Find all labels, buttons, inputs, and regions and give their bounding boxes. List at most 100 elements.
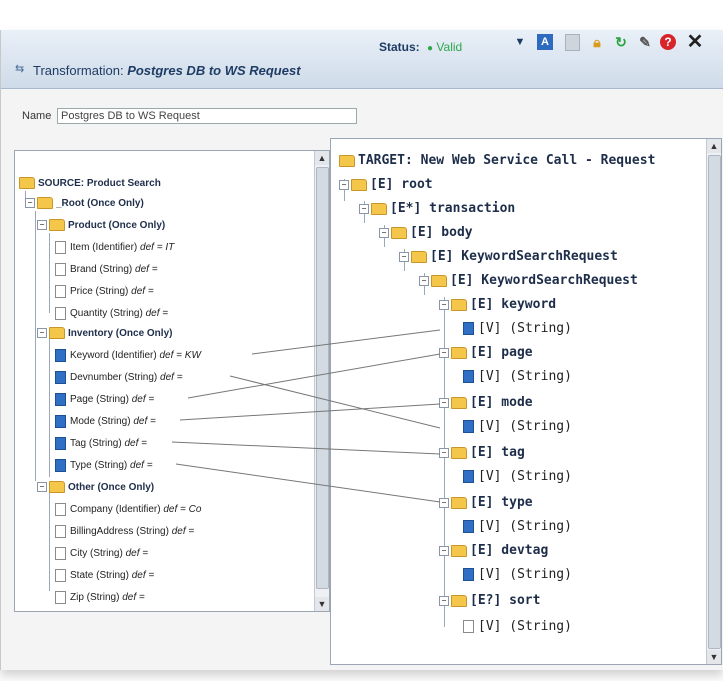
target-tree-panel[interactable]: ▲ ▼ TARGET: New Web Service Call - Reque…	[330, 138, 722, 665]
source-field-zip[interactable]: Zip (String) def =	[55, 591, 145, 604]
field-icon	[55, 307, 66, 320]
title-name: Postgres DB to WS Request	[127, 63, 301, 78]
collapse-icon[interactable]: −	[439, 299, 449, 310]
close-icon[interactable]: ✕	[685, 32, 705, 52]
folder-icon	[451, 594, 467, 607]
help-icon[interactable]: ?	[660, 34, 676, 50]
target-mode-value[interactable]: [V] (String)	[463, 419, 572, 434]
source-field-state[interactable]: State (String) def =	[55, 569, 154, 582]
source-scrollbar[interactable]: ▲ ▼	[314, 151, 329, 611]
wand-icon[interactable]: ✎	[635, 32, 655, 52]
field-icon	[55, 591, 66, 604]
field-icon	[55, 569, 66, 582]
source-field-price[interactable]: Price (String) def =	[55, 285, 154, 298]
target-ksr-inner-node[interactable]: − [E] KeywordSearchRequest	[419, 273, 638, 288]
inventory-node[interactable]: − Inventory (Once Only)	[37, 327, 172, 339]
product-node[interactable]: − Product (Once Only)	[37, 219, 165, 231]
target-keyword-value[interactable]: [V] (String)	[463, 321, 572, 336]
target-root-node[interactable]: − [E] root	[339, 177, 433, 192]
target-body-node[interactable]: − [E] body	[379, 225, 473, 240]
refresh-icon[interactable]: ↻	[611, 32, 631, 52]
dropdown-arrow-icon[interactable]: ▼	[510, 32, 530, 52]
folder-icon	[49, 327, 65, 339]
folder-icon	[411, 250, 427, 263]
target-page-value[interactable]: [V] (String)	[463, 369, 572, 384]
source-title-node[interactable]: SOURCE: Product Search	[19, 177, 161, 189]
scroll-up-icon[interactable]: ▲	[707, 139, 721, 153]
source-field-mode[interactable]: Mode (String) def =	[55, 415, 156, 428]
folder-icon	[451, 496, 467, 509]
transformation-icon: ⇆	[15, 63, 25, 75]
field-icon	[55, 263, 66, 276]
source-field-devnumber[interactable]: Devnumber (String) def =	[55, 371, 183, 384]
scroll-thumb[interactable]	[316, 167, 329, 589]
mapped-field-icon	[55, 349, 66, 362]
folder-icon	[339, 154, 355, 167]
folder-icon	[451, 346, 467, 359]
collapse-icon[interactable]: −	[379, 227, 389, 238]
folder-icon	[451, 544, 467, 557]
collapse-icon[interactable]: −	[439, 545, 449, 556]
collapse-icon[interactable]: −	[25, 198, 35, 208]
target-title-node[interactable]: TARGET: New Web Service Call - Request	[339, 153, 655, 168]
a-icon[interactable]: A	[537, 34, 553, 50]
folder-icon	[391, 226, 407, 239]
folder-icon	[351, 178, 367, 191]
target-keyword-node[interactable]: − [E] keyword	[439, 297, 556, 312]
source-field-billingaddress[interactable]: BillingAddress (String) def =	[55, 525, 194, 538]
source-field-page[interactable]: Page (String) def =	[55, 393, 154, 406]
scroll-thumb[interactable]	[708, 155, 721, 649]
mapped-field-icon	[55, 371, 66, 384]
target-sort-value[interactable]: [V] (String)	[463, 619, 572, 634]
mapped-field-icon	[55, 415, 66, 428]
target-devtag-node[interactable]: − [E] devtag	[439, 543, 548, 558]
lock-icon[interactable]: 🔒︎	[587, 32, 607, 52]
collapse-icon[interactable]: −	[439, 447, 449, 458]
target-tag-node[interactable]: − [E] tag	[439, 445, 525, 460]
source-tree-panel[interactable]: ▲ ▼ SOURCE: Product Search − _Root (Once…	[14, 150, 330, 612]
source-field-quantity[interactable]: Quantity (String) def =	[55, 307, 168, 320]
name-input[interactable]	[57, 108, 357, 124]
target-type-value[interactable]: [V] (String)	[463, 519, 572, 534]
name-label: Name	[22, 110, 52, 122]
source-root-node[interactable]: − _Root (Once Only)	[25, 197, 144, 209]
source-field-company[interactable]: Company (Identifier) def = Co	[55, 503, 201, 516]
collapse-icon[interactable]: −	[359, 203, 369, 214]
target-transaction-node[interactable]: − [E*] transaction	[359, 201, 515, 216]
collapse-icon[interactable]: −	[419, 275, 429, 286]
target-tag-value[interactable]: [V] (String)	[463, 469, 572, 484]
collapse-icon[interactable]: −	[439, 347, 449, 358]
scroll-down-icon[interactable]: ▼	[707, 650, 721, 664]
target-sort-node[interactable]: − [E?] sort	[439, 593, 540, 608]
target-type-node[interactable]: − [E] type	[439, 495, 533, 510]
collapse-icon[interactable]: −	[37, 482, 47, 492]
target-mode-node[interactable]: − [E] mode	[439, 395, 533, 410]
collapse-icon[interactable]: −	[439, 397, 449, 408]
collapse-icon[interactable]: −	[339, 179, 349, 190]
scroll-up-icon[interactable]: ▲	[315, 151, 329, 165]
folder-icon	[19, 177, 35, 189]
mapped-value-icon	[463, 520, 474, 533]
target-ksr-outer-node[interactable]: − [E] KeywordSearchRequest	[399, 249, 618, 264]
source-field-keyword[interactable]: Keyword (Identifier) def = KW	[55, 349, 201, 362]
other-node[interactable]: − Other (Once Only)	[37, 481, 154, 493]
folder-icon	[431, 274, 447, 287]
source-field-item[interactable]: Item (Identifier) def = IT	[55, 241, 174, 254]
collapse-icon[interactable]: −	[37, 328, 47, 338]
target-scrollbar[interactable]: ▲ ▼	[706, 139, 721, 664]
source-field-city[interactable]: City (String) def =	[55, 547, 148, 560]
source-field-brand[interactable]: Brand (String) def =	[55, 263, 158, 276]
collapse-icon[interactable]: −	[399, 251, 409, 262]
target-page-node[interactable]: − [E] page	[439, 345, 533, 360]
source-field-tag[interactable]: Tag (String) def =	[55, 437, 147, 450]
folder-icon	[451, 396, 467, 409]
collapse-icon[interactable]: −	[439, 497, 449, 508]
collapse-icon[interactable]: −	[37, 220, 47, 230]
target-devtag-value[interactable]: [V] (String)	[463, 567, 572, 582]
scroll-down-icon[interactable]: ▼	[315, 597, 329, 611]
status-dot-icon: ●	[427, 43, 434, 54]
source-field-type[interactable]: Type (String) def =	[55, 459, 153, 472]
mapped-value-icon	[463, 420, 474, 433]
collapse-icon[interactable]: −	[439, 595, 449, 606]
save-icon[interactable]	[565, 34, 580, 51]
